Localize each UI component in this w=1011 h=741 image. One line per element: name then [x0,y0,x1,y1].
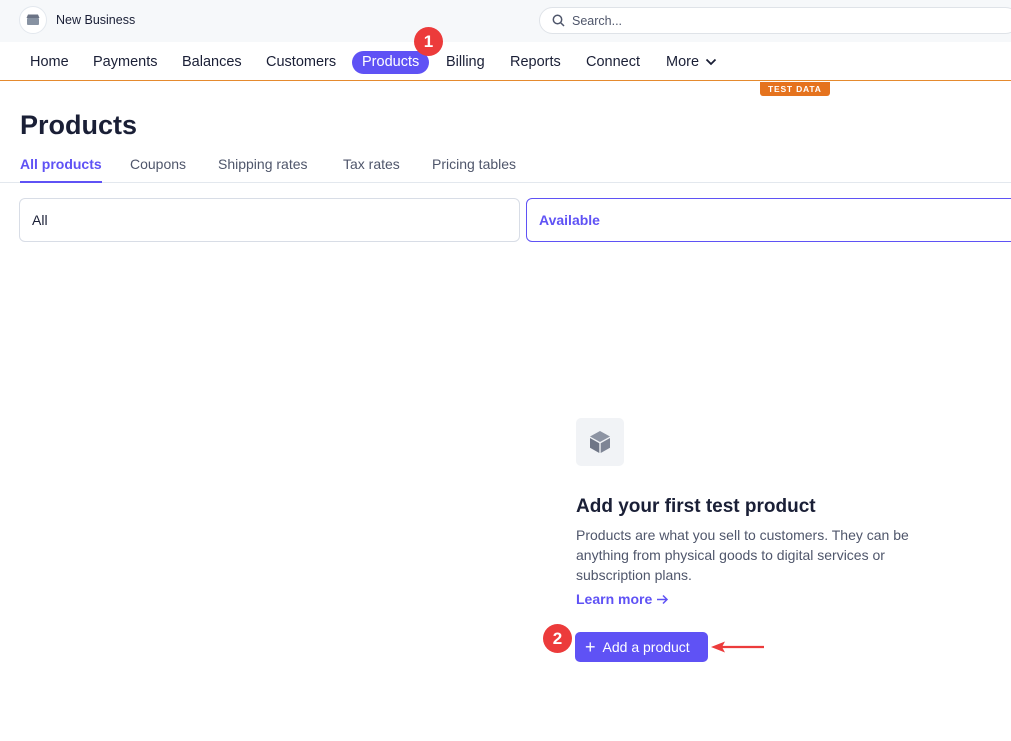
search-input[interactable]: Search... [539,7,1011,34]
empty-state-title: Add your first test product [576,496,816,517]
nav-home[interactable]: Home [20,51,79,74]
annotation-step-2: 2 [543,624,572,653]
nav-balances[interactable]: Balances [172,51,252,74]
nav-customers[interactable]: Customers [256,51,346,74]
product-tabs: All products Coupons Shipping rates Tax … [0,150,1011,183]
add-product-label: Add a product [602,639,690,655]
arrow-right-icon [657,594,669,605]
tab-shipping-rates[interactable]: Shipping rates [218,156,308,172]
add-product-button[interactable]: + Add a product [575,632,708,662]
filter-all[interactable]: All [19,198,520,242]
tab-pricing-tables[interactable]: Pricing tables [432,156,516,172]
chevron-down-icon [705,59,717,66]
page-title: Products [20,110,138,140]
active-tab-indicator [20,181,102,183]
nav-payments[interactable]: Payments [83,51,167,74]
nav-billing[interactable]: Billing [436,51,495,74]
tab-tax-rates[interactable]: Tax rates [343,156,400,172]
annotation-step-1: 1 [414,27,443,56]
nav-connect[interactable]: Connect [576,51,650,74]
store-icon[interactable] [19,6,47,34]
main-nav: Home Payments Balances Customers Product… [0,42,1011,81]
annotation-arrow-icon [711,641,764,653]
learn-more-link[interactable]: Learn more [576,591,669,607]
empty-state-description: Products are what you sell to customers.… [576,527,909,583]
plus-icon: + [585,637,596,657]
nav-reports[interactable]: Reports [500,51,571,74]
tab-all-products[interactable]: All products [20,156,102,172]
learn-more-label: Learn more [576,591,653,607]
top-bar: New Business Search... [0,0,1011,42]
search-icon [552,14,565,27]
filter-available[interactable]: Available [526,198,1011,242]
nav-more[interactable]: More [656,51,727,74]
business-name[interactable]: New Business [56,13,135,27]
test-data-badge: TEST DATA [760,82,830,96]
nav-more-label: More [666,54,700,70]
tab-coupons[interactable]: Coupons [130,156,186,172]
search-placeholder: Search... [572,14,623,28]
box-icon [576,418,624,466]
nav-products[interactable]: Products [352,51,430,74]
